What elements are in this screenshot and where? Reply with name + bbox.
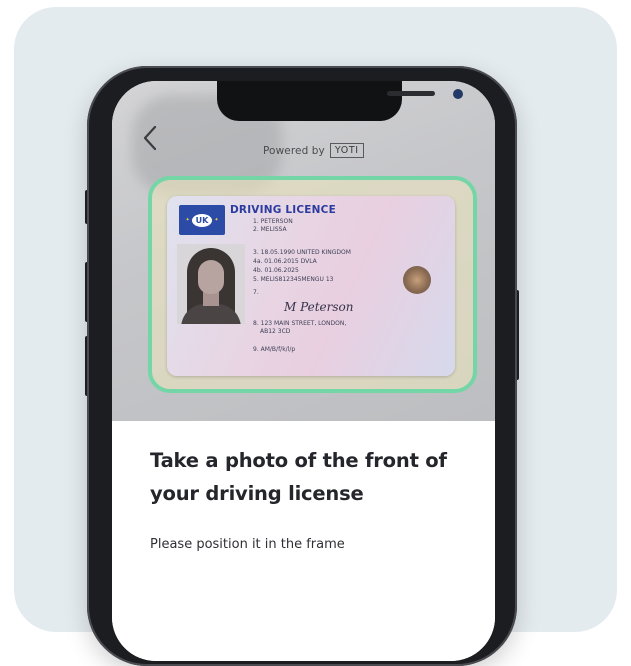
phone-screen: Powered by YOTI ✦ ✦ ✦ ✦ ✦ ✦ UK DRIVING L… [112,81,495,661]
chevron-left-icon [143,125,157,151]
licence-categories: 9. AM/B/f/k/l/p [253,346,296,353]
instructions-panel: Take a photo of the front of your drivin… [112,421,495,661]
eu-flag-icon: ✦ ✦ ✦ ✦ ✦ ✦ UK [179,205,225,235]
phone-notch [217,81,463,121]
powered-by-label: Powered by [263,144,325,157]
licence-signature: M Peterson [284,300,354,314]
licence-postcode: AB12 3CD [260,328,291,335]
licence-issue: 4a. 01.06.2015 DVLA [253,258,317,265]
hologram-icon [403,266,431,294]
licence-photo [177,244,245,324]
licence-given-name: 2. MELISSA [253,226,287,233]
country-badge: UK [192,214,212,227]
licence-surname: 1. PETERSON [253,218,293,225]
licence-address: 8. 123 MAIN STREET, LONDON, [253,320,347,327]
licence-expiry: 4b. 01.06.2025 [253,267,299,274]
yoti-logo: YOTI [329,143,364,158]
instruction-title: Take a photo of the front of your drivin… [150,449,447,505]
front-camera-icon [453,89,463,99]
powered-by-yoti: Powered by YOTI [263,143,364,158]
licence-title: DRIVING LICENCE [230,204,336,216]
driving-licence-card: ✦ ✦ ✦ ✦ ✦ ✦ UK DRIVING LICENCE 1. PETERS… [167,196,455,376]
camera-viewfinder: Powered by YOTI ✦ ✦ ✦ ✦ ✦ ✦ UK DRIVING L… [112,81,495,421]
licence-line-7: 7. [253,289,259,296]
licence-birth: 3. 18.05.1990 UNITED KINGDOM [253,249,351,256]
licence-number: 5. MELIS812345MENGU 13 [253,276,334,283]
back-button[interactable] [138,123,164,153]
speaker-grille [387,91,435,96]
instruction-subtitle: Please position it in the frame [150,537,345,552]
